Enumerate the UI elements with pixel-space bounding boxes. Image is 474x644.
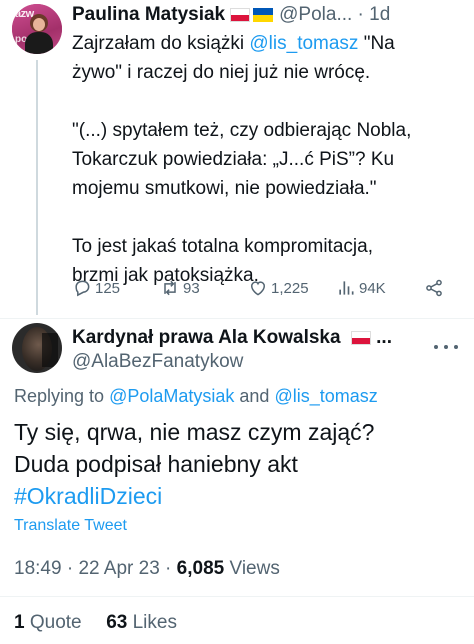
body-text: To jest jakaś totalna kompromitacja, [72,236,373,257]
header-separator: · [352,4,370,25]
more-icon [454,345,458,349]
tweet1-actions: 125 93 1,225 94K [72,278,452,302]
likes-label: Likes [127,612,177,633]
meta-dot: · [159,558,177,579]
reply-count: 125 [95,279,121,297]
tweet-metadata: 18:49 · 22 Apr 23 · 6,085 Views [14,558,280,580]
replying-to-label: Replying to [14,386,110,406]
mention-link[interactable]: @PolaMatysiak [109,386,234,406]
avatar-figure-body [25,32,53,54]
author-handle[interactable]: @AlaBezFanatykow [72,351,243,373]
body-text: "(...) spytałem też, czy odbierając Nobl… [72,120,412,141]
mention-link[interactable]: @lis_tomasz [274,386,377,406]
body-text: żywo" i raczej do niej już nie wrócę. [72,62,371,83]
mention-link[interactable]: @lis_tomasz [249,33,358,54]
author-name[interactable]: Kardynał prawa Ala Kowalska ... [72,327,392,349]
ukraine-flag-icon [253,8,274,22]
body-text: Zajrzałam do książki [72,33,250,54]
avatar-ala-kowalska[interactable] [12,323,62,373]
tweet-stats: 1 Quote 63 Likes [14,612,177,634]
body-text: "Na [358,33,395,54]
tweet2-text: Ty się, qrwa, nie masz czym zająć? Duda … [14,416,464,512]
body-text: Ty się, qrwa, nie masz czym zająć? [14,419,375,445]
quotes-count: 1 [14,612,25,633]
tweet-paulina-matysiak[interactable]: azw po Paulina Matysiak @Pola... · 1d Za… [0,0,474,320]
tweet-time[interactable]: 18:49 [14,558,62,579]
retweet-button[interactable]: 93 [160,278,200,298]
avatar-figure-face [33,18,45,31]
translate-tweet-link[interactable]: Translate Tweet [14,517,127,535]
views-count: 94K [359,279,386,297]
avatar-paulina[interactable]: azw po [12,4,62,54]
tweet1-text: Zajrzałam do książki @lis_tomasz "Na żyw… [72,29,462,290]
retweet-icon [164,280,176,296]
body-text: Tokarczuk powiedziała: „J...ć PiS”? Ku [72,149,395,170]
views-icon [339,281,354,295]
author-name[interactable]: Paulina Matysiak [72,4,225,26]
like-button[interactable]: 1,225 [248,278,309,298]
likes-count: 63 [106,612,128,633]
hashtag-link[interactable]: #OkradliDzieci [14,480,464,512]
poland-flag-icon [350,330,371,345]
tweet-time[interactable]: 1d [369,4,390,26]
author-handle[interactable]: @Pola... [279,4,352,26]
views-count: 6,085 [176,558,225,579]
reply-icon [75,280,90,297]
quotes-label: Quote [24,612,82,633]
body-text: mojemu smutkowi, nie powiedziała." [72,178,377,199]
like-icon [250,281,266,296]
share-icon [426,279,442,297]
views-label: Views [224,558,280,579]
stats-divider [0,596,474,597]
tweet-date[interactable]: 22 Apr 23 [78,558,159,579]
meta-dot: · [61,558,79,579]
quotes-link[interactable]: 1 Quote [14,612,82,633]
name-ellipsis: ... [370,327,392,348]
tweet-divider [0,318,474,319]
body-text: Duda podpisał haniebny akt [14,451,298,477]
poland-flag-icon [230,8,251,22]
more-icon [444,345,448,349]
reply-button[interactable]: 125 [72,278,120,298]
more-icon [434,345,438,349]
author-name-text: Kardynał prawa Ala Kowalska [72,327,341,348]
thread-connector-line [36,60,38,315]
share-button[interactable] [424,278,447,298]
views-button[interactable]: 94K [336,278,386,298]
replying-to: Replying to @PolaMatysiak and @lis_tomas… [14,386,378,407]
more-options-button[interactable] [434,336,458,358]
tweet1-header: Paulina Matysiak @Pola... · 1d [72,3,390,27]
retweet-count: 93 [183,279,200,297]
likes-link[interactable]: 63 Likes [106,612,177,633]
replying-to-and: and [234,386,275,406]
avatar-shadow [42,333,58,367]
like-count: 1,225 [271,279,309,297]
